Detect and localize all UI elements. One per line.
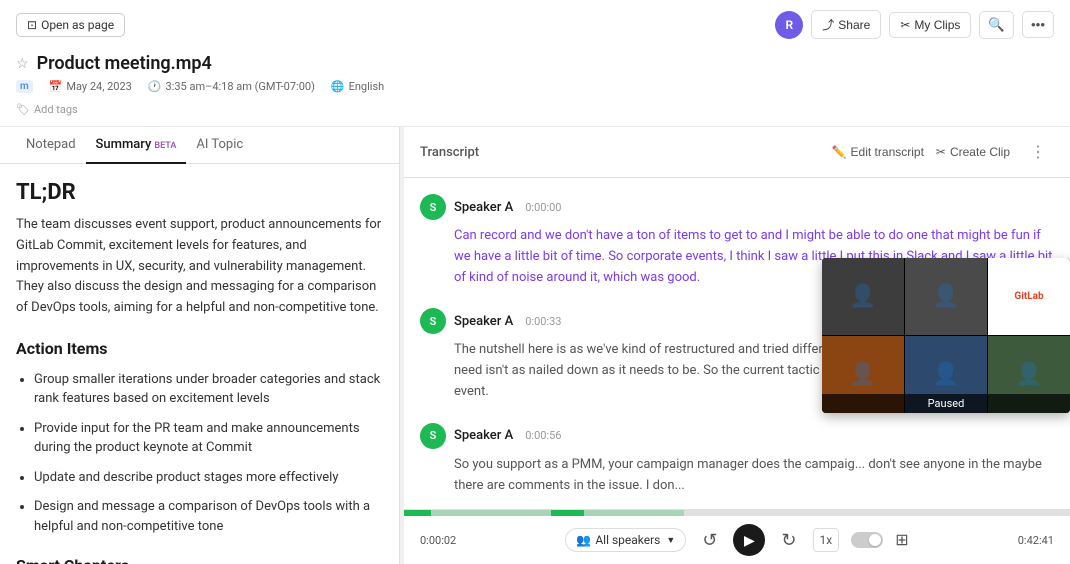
speaker-text: So you support as a PMM, your campaign m… bbox=[454, 455, 1054, 497]
globe-icon: 🌐 bbox=[331, 80, 345, 93]
chevron-down-icon: ▼ bbox=[666, 535, 675, 546]
share-icon: ⤴ bbox=[822, 16, 834, 33]
play-pause-button[interactable]: ▶ bbox=[733, 524, 765, 556]
action-item: Design and message a comparison of DevOp… bbox=[34, 497, 383, 536]
action-item: Provide input for the PR team and make a… bbox=[34, 419, 383, 458]
speaker-name: Speaker A bbox=[454, 200, 513, 215]
paused-overlay: Paused bbox=[822, 394, 1070, 413]
page-icon: ⊡ bbox=[27, 18, 37, 32]
open-as-page-btn[interactable]: ⊡ Open as page bbox=[16, 13, 125, 37]
summary-text: The team discusses event support, produc… bbox=[16, 215, 383, 319]
share-button[interactable]: ⤴ Share bbox=[811, 10, 881, 39]
smart-chapters-title: Smart Chapters bbox=[16, 556, 383, 564]
speaker-avatar: S bbox=[420, 194, 446, 220]
more-options-button[interactable]: ••• bbox=[1022, 11, 1054, 38]
speaker-name: Speaker A bbox=[454, 428, 513, 443]
calendar-icon: 📅 bbox=[49, 80, 63, 93]
scissors-icon: ✂ bbox=[936, 145, 946, 159]
user-avatar[interactable]: R bbox=[775, 11, 803, 39]
my-clips-button[interactable]: ✂ My Clips bbox=[889, 12, 971, 38]
transcript-label: Transcript bbox=[420, 145, 479, 160]
action-item: Update and describe product stages more … bbox=[34, 468, 383, 488]
tab-summary[interactable]: SummaryBETA bbox=[86, 127, 187, 164]
tl-dr-heading: TL;DR bbox=[16, 180, 383, 205]
playback-speed[interactable]: 1x bbox=[813, 528, 840, 552]
date-meta: 📅 May 24, 2023 bbox=[49, 80, 132, 93]
speaker-timestamp[interactable]: 0:00:56 bbox=[525, 429, 561, 442]
video-cell: 👤 bbox=[905, 258, 987, 335]
video-cell: 👤 bbox=[822, 258, 904, 335]
time-elapsed: 0:00:02 bbox=[420, 534, 456, 547]
speaker-avatar: S bbox=[420, 423, 446, 449]
speaker-name: Speaker A bbox=[454, 314, 513, 329]
forward-button[interactable]: ↻ bbox=[777, 526, 800, 555]
time-total: 0:42:41 bbox=[1018, 534, 1054, 547]
rewind-button[interactable]: ↺ bbox=[698, 526, 721, 555]
edit-icon: ✏️ bbox=[832, 145, 847, 159]
file-icon-meta: m bbox=[16, 80, 33, 93]
tag-icon: 🏷 bbox=[16, 103, 30, 116]
action-item: Group smaller iterations under broader c… bbox=[34, 370, 383, 409]
clock-icon: 🕐 bbox=[148, 80, 162, 93]
language-meta: 🌐 English bbox=[331, 80, 384, 93]
tab-ai-topic[interactable]: AI Topic bbox=[186, 127, 253, 164]
speaker-filter[interactable]: 👥 All speakers ▼ bbox=[565, 528, 686, 552]
layout-toggle-button[interactable]: ⊞ bbox=[895, 530, 908, 550]
speakers-icon: 👥 bbox=[576, 533, 591, 547]
ellipsis-icon: ••• bbox=[1031, 17, 1045, 32]
beta-badge: BETA bbox=[154, 141, 176, 151]
toggle-thumb bbox=[869, 534, 881, 546]
create-clip-button[interactable]: ✂ Create Clip bbox=[936, 145, 1010, 159]
open-as-page-label: Open as page bbox=[41, 18, 114, 32]
speaker-block: S Speaker A 0:00:56 So you support as a … bbox=[420, 423, 1054, 497]
gitlab-logo-cell: GitLab bbox=[988, 258, 1070, 335]
time-meta: 🕐 3:35 am–4:18 am (GMT-07:00) bbox=[148, 80, 315, 93]
transcript-more-button[interactable]: ⋮ bbox=[1022, 137, 1054, 167]
speaker-avatar: S bbox=[420, 308, 446, 334]
progress-bar[interactable] bbox=[404, 510, 1070, 516]
search-icon: 🔍 bbox=[988, 17, 1005, 32]
tab-notepad[interactable]: Notepad bbox=[16, 127, 86, 164]
star-icon[interactable]: ☆ bbox=[16, 56, 29, 72]
video-overlay: 👤 👤 GitLab 👤 👤 👤 bbox=[822, 258, 1070, 413]
speaker-timestamp[interactable]: 0:00:33 bbox=[525, 315, 561, 328]
search-button[interactable]: 🔍 bbox=[979, 11, 1014, 39]
edit-transcript-button[interactable]: ✏️ Edit transcript bbox=[832, 145, 924, 159]
speed-toggle[interactable] bbox=[851, 532, 883, 548]
page-title: Product meeting.mp4 bbox=[37, 53, 212, 74]
add-tags-button[interactable]: 🏷 Add tags bbox=[16, 101, 1054, 118]
speaker-timestamp[interactable]: 0:00:00 bbox=[525, 201, 561, 214]
action-items-title: Action Items bbox=[16, 339, 383, 358]
clips-icon: ✂ bbox=[900, 18, 910, 32]
